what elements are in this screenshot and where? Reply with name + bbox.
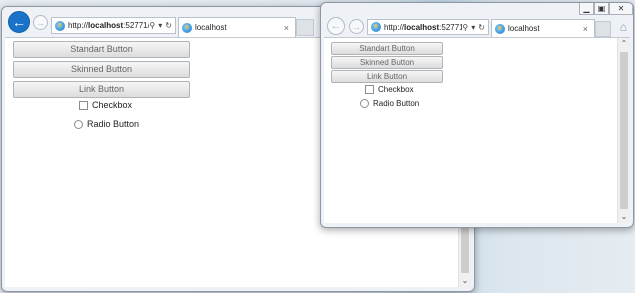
chevron-down-icon[interactable]: ⌄ <box>618 211 630 223</box>
browser-toolbar: ← → e http://localhost:52771 ⚲ ▾ ↻ e loc… <box>321 15 633 37</box>
tab-close-icon[interactable]: × <box>577 24 594 34</box>
tab-title: localhost <box>508 24 540 33</box>
checkbox-row[interactable]: Checkbox <box>79 100 132 110</box>
address-text: http://localhost:52771 <box>384 23 462 32</box>
skinned-button[interactable]: Skinned Button <box>13 61 190 78</box>
back-arrow-icon[interactable]: ← <box>8 11 30 33</box>
vertical-scrollbar[interactable]: ⌃ ⌄ <box>617 38 630 223</box>
radio-row[interactable]: Radio Button <box>360 99 419 108</box>
refresh-icon[interactable]: ↻ <box>478 23 485 32</box>
maximize-icon[interactable]: ▣ <box>594 3 609 15</box>
close-icon[interactable]: ✕ <box>609 3 633 15</box>
forward-arrow-icon[interactable]: → <box>33 15 48 30</box>
search-icon[interactable]: ⚲ <box>462 23 468 32</box>
forward-arrow-icon[interactable]: → <box>349 19 364 34</box>
address-tools: ⚲ ▾ ↻ <box>462 23 488 32</box>
radio-row[interactable]: Radio Button <box>74 119 139 129</box>
browser-tab[interactable]: e localhost × <box>491 19 595 37</box>
browser-window-front: ▁ ▣ ✕ ← → e http://localhost:52771 ⚲ ▾ ↻… <box>320 2 634 228</box>
address-prefix: http:// <box>68 21 89 30</box>
address-rest: :52771/l <box>123 21 150 30</box>
chevron-up-icon[interactable]: ⌃ <box>618 38 630 50</box>
radio-button[interactable] <box>360 99 369 108</box>
search-icon[interactable]: ⚲ <box>149 21 155 30</box>
dropdown-icon[interactable]: ▾ <box>158 21 162 30</box>
radio-label: Radio Button <box>373 99 420 108</box>
skinned-button[interactable]: Skinned Button <box>331 56 443 69</box>
new-tab-button[interactable] <box>595 21 611 37</box>
checkbox-label: Checkbox <box>92 100 133 110</box>
browser-tab[interactable]: e localhost × <box>178 17 296 37</box>
address-bar[interactable]: e http://localhost:52771/l ⚲ ▾ ↻ <box>51 17 176 34</box>
address-text: http://localhost:52771/l <box>68 21 149 30</box>
link-button[interactable]: Link Button <box>13 81 190 98</box>
new-tab-button[interactable] <box>296 19 314 36</box>
address-bar[interactable]: e http://localhost:52771 ⚲ ▾ ↻ <box>367 19 489 35</box>
back-arrow-icon[interactable]: ← <box>327 17 345 35</box>
ie-logo-icon: e <box>371 22 381 32</box>
standard-button[interactable]: Standart Button <box>13 41 190 58</box>
address-tools: ⚲ ▾ ↻ <box>149 21 175 30</box>
tab-title: localhost <box>195 23 227 32</box>
standard-button[interactable]: Standart Button <box>331 42 443 55</box>
tab-close-icon[interactable]: × <box>278 23 295 33</box>
checkbox-row[interactable]: Checkbox <box>365 85 414 94</box>
address-prefix: http:// <box>384 22 405 32</box>
radio-button[interactable] <box>74 119 83 129</box>
radio-label: Radio Button <box>87 119 140 129</box>
refresh-icon[interactable]: ↻ <box>165 21 172 30</box>
checkbox-label: Checkbox <box>378 85 414 94</box>
checkbox[interactable] <box>365 85 374 94</box>
tab-favicon-icon: e <box>495 23 505 34</box>
link-button[interactable]: Link Button <box>331 70 443 83</box>
ie-logo-icon: e <box>55 20 65 31</box>
checkbox[interactable] <box>79 100 88 110</box>
tab-favicon-icon: e <box>182 22 192 33</box>
scroll-thumb[interactable] <box>620 52 628 209</box>
address-host: localhost <box>404 22 440 32</box>
page-viewport: Standart Button Skinned Button Link Butt… <box>324 37 630 223</box>
minimize-icon[interactable]: ▁ <box>579 3 594 15</box>
chevron-down-icon[interactable]: ⌄ <box>459 275 471 287</box>
address-host: localhost <box>88 21 124 30</box>
home-icon[interactable]: ⌂ <box>620 20 627 34</box>
dropdown-icon[interactable]: ▾ <box>471 23 475 32</box>
address-rest: :52771 <box>439 22 463 32</box>
